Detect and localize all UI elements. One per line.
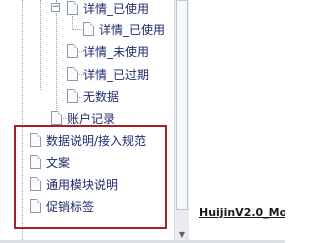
tree-item-label: 详情_已过期 bbox=[83, 67, 150, 82]
document-icon bbox=[83, 22, 94, 36]
page-title-link[interactable]: HuijinV2.0_Mod bbox=[199, 206, 285, 219]
tree-item-detail-used-child[interactable]: 详情_已使用 bbox=[83, 19, 165, 39]
tree-item-label: 详情_未使用 bbox=[83, 44, 150, 59]
tree-item-label: 详情_已使用 bbox=[99, 22, 166, 37]
tree-connector bbox=[56, 0, 57, 112]
document-icon bbox=[51, 111, 62, 125]
tree-item-detail-used[interactable]: 详情_已使用 bbox=[67, 0, 149, 18]
tree-item-detail-unused[interactable]: 详情_未使用 bbox=[67, 41, 149, 61]
scrollbar-thumb[interactable] bbox=[176, 0, 188, 210]
vertical-scrollbar[interactable]: ▼ bbox=[174, 0, 189, 243]
document-icon bbox=[67, 44, 78, 58]
tree-item-detail-expired[interactable]: 详情_已过期 bbox=[67, 64, 149, 84]
tree-item-no-data[interactable]: 无数据 bbox=[67, 86, 119, 106]
tree-panel: − 详情_已使用 详情_已使用 详情_未使用 详情_已过期 无数据 账户记录 数… bbox=[0, 0, 172, 243]
content-pane: HuijinV2.0_Mod bbox=[189, 0, 285, 243]
document-icon bbox=[67, 67, 78, 81]
tree-connector bbox=[72, 16, 73, 30]
document-icon bbox=[67, 1, 78, 15]
tree-item-label: 详情_已使用 bbox=[83, 1, 150, 16]
tree-item-label: 账户记录 bbox=[67, 111, 116, 126]
highlight-annotation-box bbox=[14, 125, 167, 229]
collapse-toggle-icon[interactable]: − bbox=[51, 3, 60, 12]
scroll-down-arrow-icon[interactable]: ▼ bbox=[176, 228, 188, 240]
tree-item-label: 无数据 bbox=[83, 89, 120, 104]
document-icon bbox=[67, 89, 78, 103]
tree-connector bbox=[40, 0, 41, 90]
